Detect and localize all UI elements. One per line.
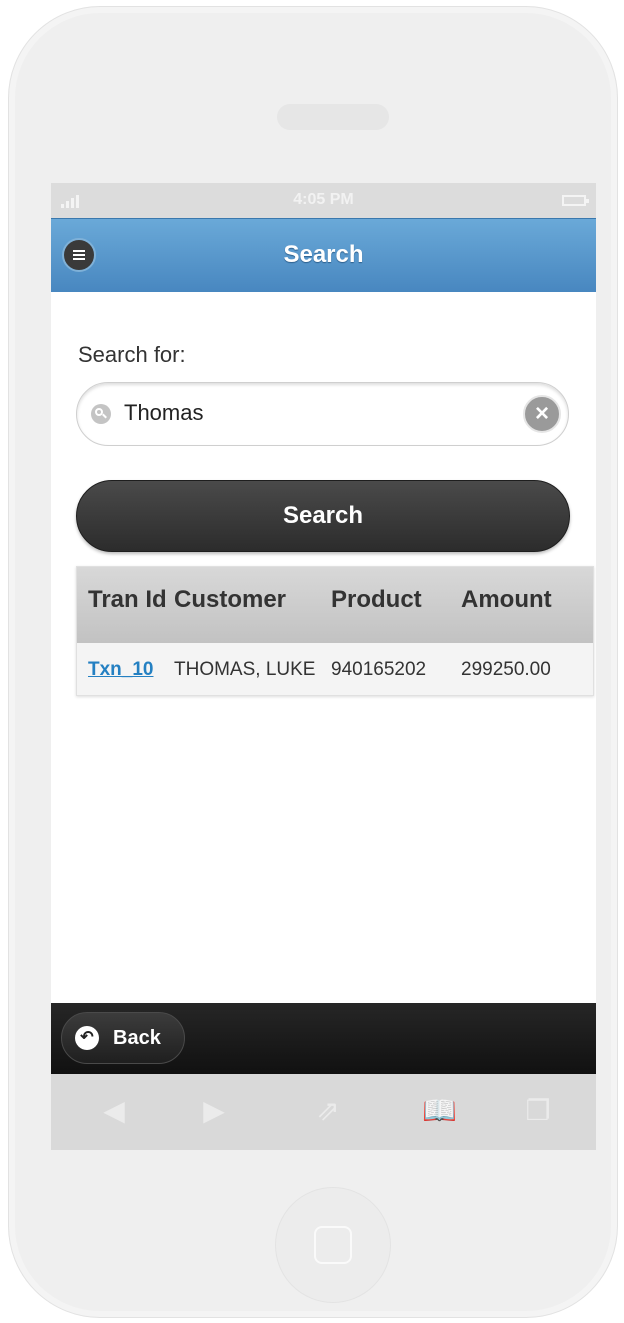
search-label: Search for: [78, 342, 186, 367]
back-arrow-icon: ↶ [75, 1026, 99, 1050]
search-input-value[interactable]: Thomas [124, 400, 203, 426]
browser-forward-icon[interactable]: ▶ [197, 1096, 231, 1126]
column-header-customer: Customer [174, 567, 331, 643]
status-time: 4:05 PM [293, 191, 354, 208]
search-input[interactable]: Thomas × [76, 382, 569, 446]
header-bar: Search [51, 218, 596, 292]
search-icon [91, 404, 111, 424]
cell-product: 940165202 [331, 643, 461, 695]
share-icon[interactable]: ⇗ [311, 1096, 345, 1126]
screen: 4:05 PM Search Search for: Thomas × Sear… [51, 183, 596, 1150]
transaction-link[interactable]: Txn_10 [88, 659, 153, 680]
footer-bar: ↶ Back [51, 1003, 596, 1074]
browser-back-icon[interactable]: ◀ [97, 1096, 131, 1126]
column-header-amount: Amount [461, 567, 593, 643]
column-header-tran-id: Tran Id [77, 567, 174, 643]
battery-icon [562, 195, 589, 206]
cell-amount: 299250.00 [461, 643, 593, 695]
speaker-grille [277, 104, 389, 130]
home-button[interactable] [275, 1187, 391, 1303]
column-header-product: Product [331, 567, 461, 643]
browser-toolbar: ◀ ▶ ⇗ 📖 ❐ [51, 1074, 596, 1150]
back-button-label: Back [113, 1027, 161, 1049]
home-square-icon [314, 1226, 352, 1264]
tabs-icon[interactable]: ❐ [521, 1096, 555, 1126]
results-table: Tran Id Customer Product Amount Txn_10 T… [76, 566, 594, 696]
cell-customer: THOMAS, LUKE [174, 643, 331, 695]
status-bar: 4:05 PM [51, 183, 596, 218]
page-title: Search [283, 241, 364, 268]
table-header-row: Tran Id Customer Product Amount [77, 567, 593, 643]
cell-tran-id: Txn_10 [77, 643, 174, 695]
bookmarks-icon[interactable]: 📖 [422, 1096, 457, 1126]
back-button[interactable]: ↶ Back [61, 1012, 185, 1064]
table-row: Txn_10 THOMAS, LUKE 940165202 299250.00 [77, 643, 593, 695]
clear-icon[interactable]: × [523, 395, 561, 433]
search-button[interactable]: Search [76, 480, 570, 552]
